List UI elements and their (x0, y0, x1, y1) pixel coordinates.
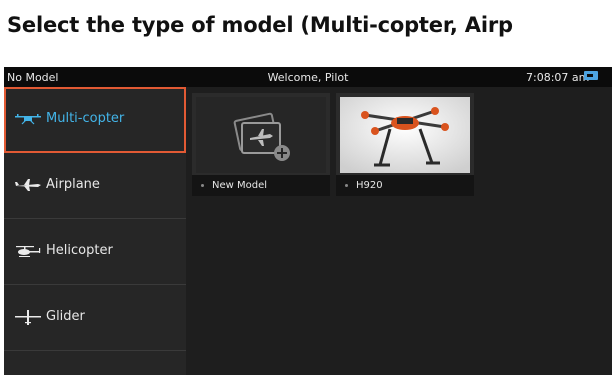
sidebar-item-helicopter[interactable]: Helicopter (4, 219, 186, 285)
battery-icon (584, 71, 598, 80)
model-tile-caption: New Model (192, 175, 330, 196)
glider-icon (15, 310, 41, 325)
model-tile-caption: H920 (336, 175, 474, 196)
new-model-icon (196, 97, 326, 173)
model-tile-new-model[interactable]: New Model (192, 93, 330, 196)
sidebar-item-label: Helicopter (46, 243, 113, 258)
model-tile-h920[interactable]: H920 (336, 93, 474, 196)
sidebar-item-multi-copter[interactable]: Multi-copter (4, 87, 186, 153)
status-bar: No Model Welcome, Pilot 7:08:07 am (4, 67, 612, 87)
model-name: H920 (356, 180, 383, 191)
clock: 7:08:07 am (526, 71, 590, 84)
airplane-icon (15, 179, 41, 191)
multicopter-icon (15, 114, 41, 125)
model-grid: New Model H920 (186, 87, 612, 375)
helicopter-icon (16, 246, 41, 257)
sidebar-item-label: Airplane (46, 177, 100, 192)
bullet-icon (201, 184, 204, 187)
welcome-message: Welcome, Pilot (267, 71, 349, 84)
sidebar-item-label: Multi-copter (46, 111, 125, 126)
app-screen: No Model Welcome, Pilot 7:08:07 am Multi… (4, 67, 612, 375)
sidebar-item-airplane[interactable]: Airplane (4, 153, 186, 219)
model-type-sidebar: Multi-copter Airplane Helicopter Glider (4, 87, 186, 375)
sidebar-item-glider[interactable]: Glider (4, 285, 186, 351)
hexacopter-photo (340, 97, 470, 173)
instruction-caption: Select the type of model (Multi-copter, … (7, 13, 513, 37)
model-name: New Model (212, 180, 268, 191)
bullet-icon (345, 184, 348, 187)
sidebar-item-label: Glider (46, 309, 85, 324)
